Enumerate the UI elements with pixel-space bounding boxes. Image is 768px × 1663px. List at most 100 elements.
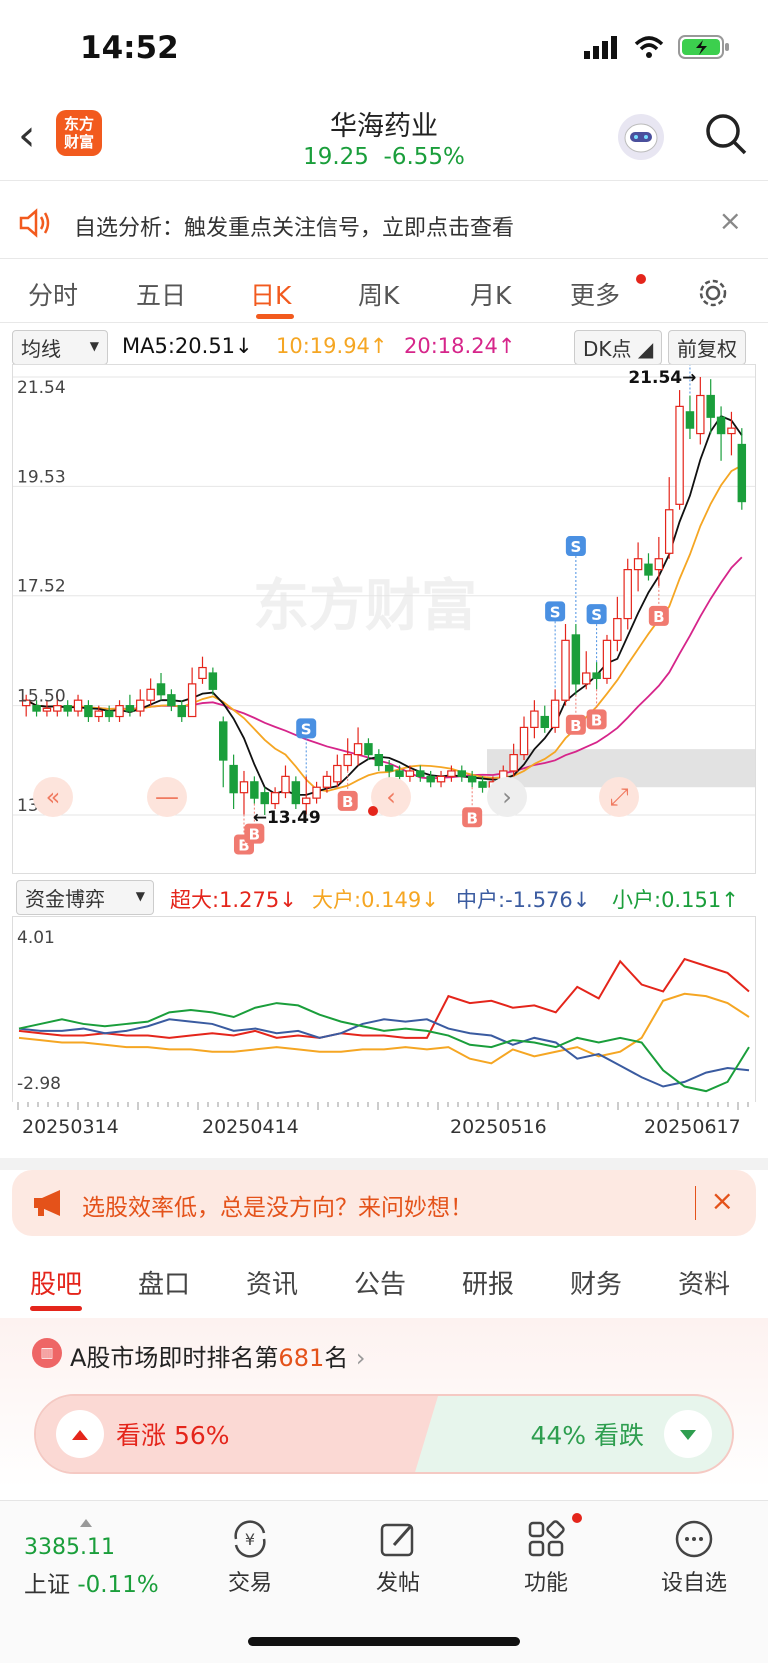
- signal-letter: B: [342, 793, 353, 811]
- grid-icon: [528, 1520, 565, 1557]
- signal-letter: B: [570, 717, 581, 735]
- candle-body: [436, 775, 446, 783]
- trade-button[interactable]: ¥ 交易: [190, 1517, 310, 1597]
- candle-body: [229, 764, 238, 794]
- fund-large: 大户:0.149↓: [312, 888, 439, 912]
- search-icon[interactable]: [704, 112, 748, 156]
- zoom-out-icon[interactable]: —: [147, 777, 187, 817]
- fund-flow-chart[interactable]: 4.01 -2.98: [12, 916, 756, 1106]
- tab-more[interactable]: 更多: [570, 276, 620, 312]
- candle-body: [561, 639, 570, 701]
- nav-left-double-icon[interactable]: «: [33, 777, 73, 817]
- fund-y-min: -2.98: [17, 1074, 61, 1094]
- candle-body: [395, 770, 404, 777]
- tab-monthly-k[interactable]: 月K: [470, 276, 511, 312]
- tab-weekly-k[interactable]: 周K: [358, 276, 399, 312]
- tab-five-day[interactable]: 五日: [136, 276, 186, 312]
- candle-body: [156, 683, 166, 696]
- trade-label: 交易: [227, 1571, 272, 1596]
- tab-announcement[interactable]: 公告: [354, 1264, 406, 1301]
- kline-chart[interactable]: 东方财富SBBBBSBSSBBS21.5419.5317.5215.5013.4…: [12, 307, 756, 874]
- fullscreen-icon[interactable]: ⤢: [599, 777, 639, 817]
- candle-body: [416, 770, 425, 777]
- candle-body: [312, 786, 321, 799]
- ma20-value: 20:18.24↑: [404, 334, 516, 358]
- tab-guba[interactable]: 股吧: [30, 1264, 82, 1301]
- index-value[interactable]: 3385.11: [24, 1535, 115, 1560]
- y-axis-label: 21.54: [17, 378, 66, 398]
- vote-up-button[interactable]: [56, 1410, 104, 1458]
- candle-body: [550, 699, 560, 729]
- svg-text:¥: ¥: [245, 1530, 255, 1549]
- add-watchlist-button[interactable]: 设自选: [634, 1517, 754, 1597]
- fund-svg[interactable]: 4.01 -2.98: [13, 917, 755, 1105]
- date-ticks: [17, 1102, 749, 1110]
- candle-body: [384, 764, 394, 772]
- candle-body: [426, 775, 435, 783]
- candle-body: [353, 743, 363, 756]
- expand-up-icon[interactable]: [80, 1519, 92, 1527]
- section-gap: [0, 1158, 768, 1170]
- notification-dot: [636, 274, 646, 284]
- candle-body: [467, 775, 477, 783]
- divider: [0, 322, 768, 323]
- rank-number: 681: [278, 1344, 325, 1372]
- candle-body: [177, 705, 186, 718]
- tab-research[interactable]: 研报: [462, 1264, 514, 1301]
- bottom-bar: 3385.11 上证 -0.11% ¥ 交易 发帖 功能 设自选: [0, 1500, 768, 1663]
- y-axis-label: 19.53: [17, 467, 66, 487]
- indicator-select[interactable]: 均线 ▼: [12, 330, 108, 365]
- candle-body: [530, 710, 539, 729]
- triangle-up-icon: [72, 1430, 88, 1440]
- status-icons: [584, 34, 730, 60]
- fund-series-line-1: [18, 992, 750, 1065]
- candle-body: [146, 688, 155, 701]
- rank-text[interactable]: A股市场即时排名第681名 ›: [70, 1338, 365, 1373]
- vote-down-button[interactable]: [664, 1410, 712, 1458]
- candle-body: [654, 558, 664, 571]
- candle-body: [602, 639, 612, 680]
- tab-news[interactable]: 资讯: [246, 1264, 298, 1301]
- fund-y-max: 4.01: [17, 928, 55, 948]
- notice-close-icon[interactable]: ×: [719, 204, 742, 237]
- function-button[interactable]: 功能: [486, 1517, 606, 1597]
- tab-intraday[interactable]: 分时: [28, 276, 78, 312]
- tab-finance[interactable]: 财务: [570, 1264, 622, 1301]
- settings-gear-icon[interactable]: [696, 276, 730, 310]
- add-watchlist-label: 设自选: [660, 1571, 727, 1596]
- y-axis-label: 17.52: [17, 577, 66, 597]
- index-change: -0.11%: [77, 1572, 159, 1598]
- adjust-button[interactable]: 前复权: [668, 330, 746, 365]
- candle-body: [727, 427, 736, 435]
- candle-body: [685, 411, 695, 429]
- rank-suffix: 名: [324, 1344, 349, 1372]
- candle-body: [73, 699, 83, 712]
- candle-body: [42, 707, 52, 712]
- candle-body: [94, 710, 104, 718]
- fund-series-line-0: [18, 957, 750, 1039]
- active-content-tab-indicator: [30, 1306, 82, 1311]
- promo-banner[interactable]: 选股效率低，总是没方向？来问妙想！ ×: [12, 1170, 756, 1236]
- promo-close-icon[interactable]: ×: [711, 1184, 734, 1217]
- candle-body: [737, 443, 747, 503]
- post-button[interactable]: 发帖: [338, 1517, 458, 1597]
- assistant-avatar-icon[interactable]: [618, 114, 664, 160]
- tab-profile[interactable]: 资料: [678, 1264, 730, 1301]
- fund-indicator-select[interactable]: 资金博弈 ▼: [16, 880, 154, 915]
- candle-body: [333, 764, 342, 783]
- candle-body: [322, 775, 332, 788]
- index-row[interactable]: 上证 -0.11%: [24, 1565, 159, 1599]
- dk-point-button[interactable]: DK点 ◢: [574, 330, 663, 365]
- notice-bar[interactable]: 自选分析：触发重点关注信号，立即点击查看 ×: [0, 188, 768, 258]
- candle-body: [613, 617, 622, 641]
- candle-body: [125, 705, 135, 712]
- function-badge-dot: [572, 1513, 582, 1523]
- min-price-label: ←13.49: [253, 808, 321, 828]
- kline-svg[interactable]: 东方财富SBBBBSBSSBBS21.5419.5317.5215.5013.4…: [13, 307, 755, 873]
- nav-next-icon[interactable]: ›: [487, 777, 527, 817]
- candle-body: [633, 558, 643, 571]
- tab-pankou[interactable]: 盘口: [138, 1264, 190, 1301]
- tab-daily-k[interactable]: 日K: [250, 276, 291, 312]
- candle-body: [509, 754, 518, 772]
- home-indicator: [248, 1637, 520, 1646]
